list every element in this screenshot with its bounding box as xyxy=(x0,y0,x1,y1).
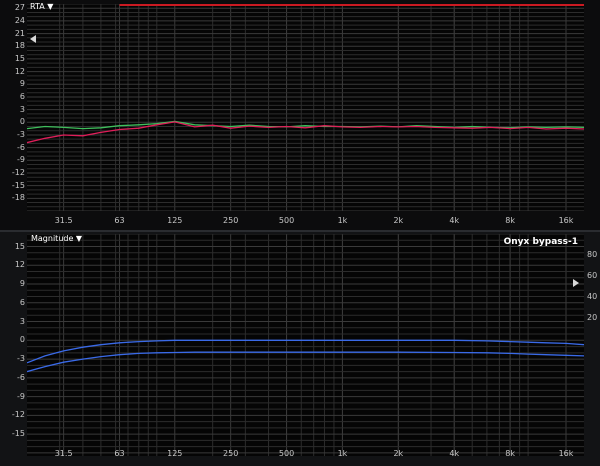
x-tick-label: 16k xyxy=(558,216,574,225)
magnitude-graph xyxy=(27,234,584,456)
x-tick-label: 125 xyxy=(167,449,183,458)
analyzer-window: RTA ▼ 27 24 21 18 15 12 9 6 3 0 -3 -6 -9 -12 -15 -18 31… xyxy=(0,0,600,466)
y-tick-label: 21 xyxy=(14,28,25,38)
rta-plot-area[interactable] xyxy=(27,4,584,211)
y-tick-label: 3 xyxy=(19,104,25,114)
x-tick-label: 31.5 xyxy=(54,449,73,458)
rta-graph xyxy=(27,4,584,211)
x-tick-label: 250 xyxy=(223,449,239,458)
y-tick-label: -9 xyxy=(17,391,25,401)
coherence-tick-label: 80 xyxy=(587,250,598,259)
y-tick-label: 3 xyxy=(19,316,25,326)
preset-name: Onyx bypass-1 xyxy=(503,237,578,247)
y-tick-label: -6 xyxy=(17,372,25,382)
y-tick-label: -12 xyxy=(11,167,25,177)
coherence-tick-label: 60 xyxy=(587,271,598,280)
y-tick-label: 0 xyxy=(19,117,25,127)
y-tick-label: 12 xyxy=(14,66,25,76)
y-tick-label: -3 xyxy=(17,129,25,139)
coherence-tick-label: 20 xyxy=(587,313,598,322)
y-tick-label: 6 xyxy=(19,297,25,307)
y-tick-label: -15 xyxy=(11,180,25,190)
rta-level-handle-icon[interactable] xyxy=(30,35,36,43)
y-tick-label: 18 xyxy=(14,41,25,51)
coherence-tick-label: 40 xyxy=(587,292,598,301)
y-tick-label: 24 xyxy=(14,15,25,25)
y-tick-label: 12 xyxy=(14,260,25,270)
y-tick-label: 0 xyxy=(19,335,25,345)
x-tick-label: 8k xyxy=(505,449,515,458)
magnitude-trace-2 xyxy=(27,351,584,373)
x-tick-label: 500 xyxy=(278,449,295,458)
x-tick-label: 2k xyxy=(393,216,404,225)
rta-menu-button[interactable]: RTA ▼ xyxy=(30,2,53,11)
x-tick-label: 31.5 xyxy=(54,216,73,225)
x-tick-label: 500 xyxy=(278,216,295,225)
y-tick-label: 6 xyxy=(19,91,25,101)
x-tick-label: 63 xyxy=(114,216,125,225)
y-tick-label: -3 xyxy=(17,354,25,364)
x-tick-label: 2k xyxy=(393,449,404,458)
x-tick-label: 4k xyxy=(449,449,460,458)
x-tick-label: 8k xyxy=(505,216,515,225)
y-tick-label: -6 xyxy=(17,142,25,152)
y-tick-label: 15 xyxy=(14,241,25,251)
x-tick-label: 4k xyxy=(449,216,460,225)
x-tick-label: 16k xyxy=(558,449,574,458)
magnitude-panel: Magnitude ▼ Onyx bypass-1 15 12 9 6 3 0 -3 -6 -9… xyxy=(0,232,600,466)
y-tick-label: 9 xyxy=(19,279,25,289)
y-tick-label: 27 xyxy=(14,3,25,13)
y-tick-label: 9 xyxy=(19,79,25,89)
magnitude-plot-area[interactable] xyxy=(27,234,584,456)
y-tick-label: -18 xyxy=(11,193,25,203)
magnitude-level-handle-icon[interactable] xyxy=(573,279,579,287)
rta-panel: RTA ▼ 27 24 21 18 15 12 9 6 3 0 -3 -6 -9 -12 -15 -18 31… xyxy=(0,0,600,232)
y-tick-label: -15 xyxy=(11,429,25,439)
y-tick-label: -9 xyxy=(17,155,25,165)
y-tick-label: 15 xyxy=(14,53,25,63)
x-tick-label: 125 xyxy=(167,216,183,225)
x-tick-label: 1k xyxy=(337,449,348,458)
x-tick-label: 63 xyxy=(114,449,125,458)
magnitude-menu-button[interactable]: Magnitude ▼ xyxy=(31,234,82,243)
x-tick-label: 250 xyxy=(223,216,239,225)
x-tick-label: 1k xyxy=(337,216,348,225)
y-tick-label: -12 xyxy=(11,410,25,420)
